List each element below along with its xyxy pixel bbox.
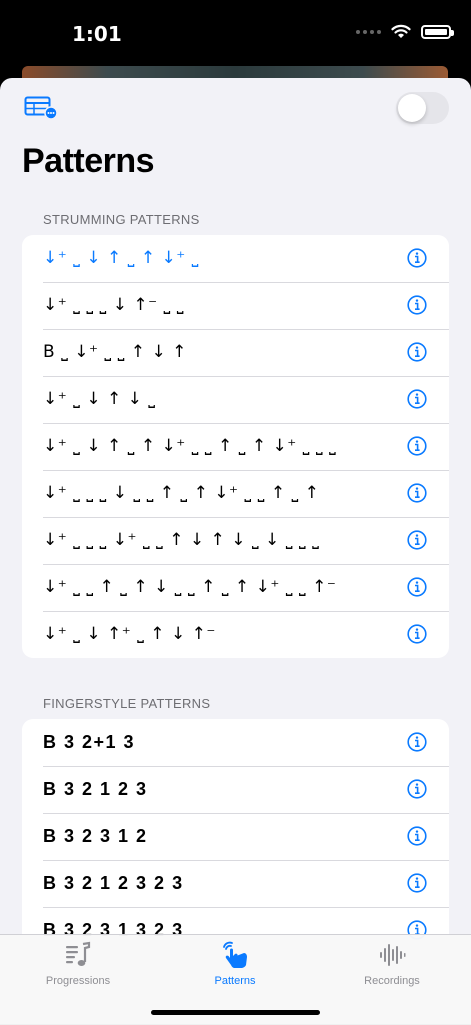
toggle-knob (398, 94, 426, 122)
fingerstyle-patterns-list: B 3 2+1 3 B 3 2 1 2 3 B 3 2 3 1 2 B 3 2 … (22, 719, 449, 954)
info-icon[interactable] (407, 342, 427, 362)
fingerstyle-pattern-row[interactable]: B 3 2 1 2 3 (22, 766, 449, 813)
tab-patterns[interactable]: Patterns (175, 941, 295, 987)
tab-label: Patterns (214, 975, 256, 987)
settings-toggle[interactable] (396, 92, 449, 124)
info-icon[interactable] (407, 530, 427, 550)
pattern-label: ↓⁺ ⎵ ↓ ↑ ↓ ⎵ (43, 389, 156, 409)
fingerstyle-pattern-row[interactable]: B 3 2 3 1 2 (22, 813, 449, 860)
strumming-pattern-row[interactable]: ↓⁺ ⎵ ↓ ↑ ↓ ⎵ (22, 376, 449, 423)
battery-icon (421, 24, 454, 39)
info-icon[interactable] (407, 295, 427, 315)
tab-label: Recordings (364, 975, 420, 987)
hand-tap-icon (223, 941, 247, 968)
strumming-pattern-row[interactable]: ↓⁺ ⎵ ↓ ↑ ⎵ ↑ ↓⁺ ⎵ ⎵ ↑ ⎵ ↑ ↓⁺ ⎵ ⎵ ⎵ (22, 423, 449, 470)
pattern-label: ↓⁺ ⎵ ↓ ↑ ⎵ ↑ ↓⁺ ⎵ ⎵ ↑ ⎵ ↑ ↓⁺ ⎵ ⎵ ⎵ (43, 436, 337, 456)
tab-recordings[interactable]: Recordings (332, 941, 452, 987)
strumming-pattern-row[interactable]: B ⎵ ↓⁺ ⎵ ⎵ ↑ ↓ ↑ (22, 329, 449, 376)
info-icon[interactable] (407, 826, 427, 846)
strumming-pattern-row[interactable]: ↓⁺ ⎵ ⎵ ⎵ ↓⁺ ⎵ ⎵ ↑ ↓ ↑ ↓ ⎵ ↓ ⎵ ⎵ ⎵ (22, 517, 449, 564)
home-indicator (151, 1010, 320, 1015)
info-icon[interactable] (407, 577, 427, 597)
cellular-signal-icon (356, 29, 381, 34)
patterns-sheet: Patterns STRUMMING PATTERNS ↓⁺ ⎵ ↓ ↑ ⎵ ↑… (0, 78, 471, 1024)
tab-label: Progressions (45, 975, 111, 987)
strumming-pattern-row[interactable]: ↓⁺ ⎵ ⎵ ⎵ ↓ ⎵ ⎵ ↑ ⎵ ↑ ↓⁺ ⎵ ⎵ ↑ ⎵ ↑ (22, 470, 449, 517)
strumming-pattern-row[interactable]: ↓⁺ ⎵ ↓ ↑⁺ ⎵ ↑ ↓ ↑⁻ (22, 611, 449, 658)
status-icons (356, 24, 454, 39)
pattern-label: ↓⁺ ⎵ ⎵ ⎵ ↓ ⎵ ⎵ ↑ ⎵ ↑ ↓⁺ ⎵ ⎵ ↑ ⎵ ↑ (43, 483, 320, 503)
strumming-pattern-row[interactable]: ↓⁺ ⎵ ⎵ ↑ ⎵ ↑ ↓ ⎵ ⎵ ↑ ⎵ ↑ ↓⁺ ⎵ ⎵ ↑⁻ (22, 564, 449, 611)
music-note-list-icon (66, 941, 91, 966)
info-icon[interactable] (407, 873, 427, 893)
pattern-label: ↓⁺ ⎵ ⎵ ⎵ ↓ ↑⁻ ⎵ ⎵ (43, 295, 185, 315)
info-icon[interactable] (407, 779, 427, 799)
fingerstyle-section-header: FINGERSTYLE PATTERNS (43, 696, 211, 711)
fingerstyle-pattern-row[interactable]: B 3 2 1 2 3 2 3 (22, 860, 449, 907)
strumming-section-header: STRUMMING PATTERNS (43, 212, 200, 227)
fingerstyle-pattern-row[interactable]: B 3 2+1 3 (22, 719, 449, 766)
info-icon[interactable] (407, 624, 427, 644)
pattern-label: B 3 2 1 2 3 2 3 (43, 873, 184, 893)
info-icon[interactable] (407, 732, 427, 752)
pattern-label: B 3 2 1 2 3 (43, 779, 148, 799)
table-menu-icon[interactable] (24, 96, 58, 120)
pattern-label: B 3 2 3 1 2 (43, 826, 148, 846)
strumming-patterns-list: ↓⁺ ⎵ ↓ ↑ ⎵ ↑ ↓⁺ ⎵ ↓⁺ ⎵ ⎵ ⎵ ↓ ↑⁻ ⎵ ⎵ B ⎵ … (22, 235, 449, 658)
pattern-label: ↓⁺ ⎵ ↓ ↑⁺ ⎵ ↑ ↓ ↑⁻ (43, 624, 216, 644)
pattern-label: ↓⁺ ⎵ ⎵ ⎵ ↓⁺ ⎵ ⎵ ↑ ↓ ↑ ↓ ⎵ ↓ ⎵ ⎵ ⎵ (43, 530, 320, 550)
pattern-label: ↓⁺ ⎵ ⎵ ↑ ⎵ ↑ ↓ ⎵ ⎵ ↑ ⎵ ↑ ↓⁺ ⎵ ⎵ ↑⁻ (43, 577, 337, 597)
info-icon[interactable] (407, 436, 427, 456)
wifi-icon (391, 24, 411, 38)
info-icon[interactable] (407, 248, 427, 268)
pattern-label: ↓⁺ ⎵ ↓ ↑ ⎵ ↑ ↓⁺ ⎵ (43, 248, 199, 268)
pattern-label: B ⎵ ↓⁺ ⎵ ⎵ ↑ ↓ ↑ (43, 342, 187, 362)
strumming-pattern-row[interactable]: ↓⁺ ⎵ ↓ ↑ ⎵ ↑ ↓⁺ ⎵ (22, 235, 449, 282)
status-bar: 1:01 (0, 0, 471, 66)
strumming-pattern-row[interactable]: ↓⁺ ⎵ ⎵ ⎵ ↓ ↑⁻ ⎵ ⎵ (22, 282, 449, 329)
pattern-label: B 3 2+1 3 (43, 732, 136, 752)
waveform-icon (380, 944, 406, 966)
info-icon[interactable] (407, 483, 427, 503)
info-icon[interactable] (407, 389, 427, 409)
status-time: 1:01 (72, 22, 122, 46)
page-title: Patterns (22, 142, 155, 180)
tab-progressions[interactable]: Progressions (18, 941, 138, 987)
